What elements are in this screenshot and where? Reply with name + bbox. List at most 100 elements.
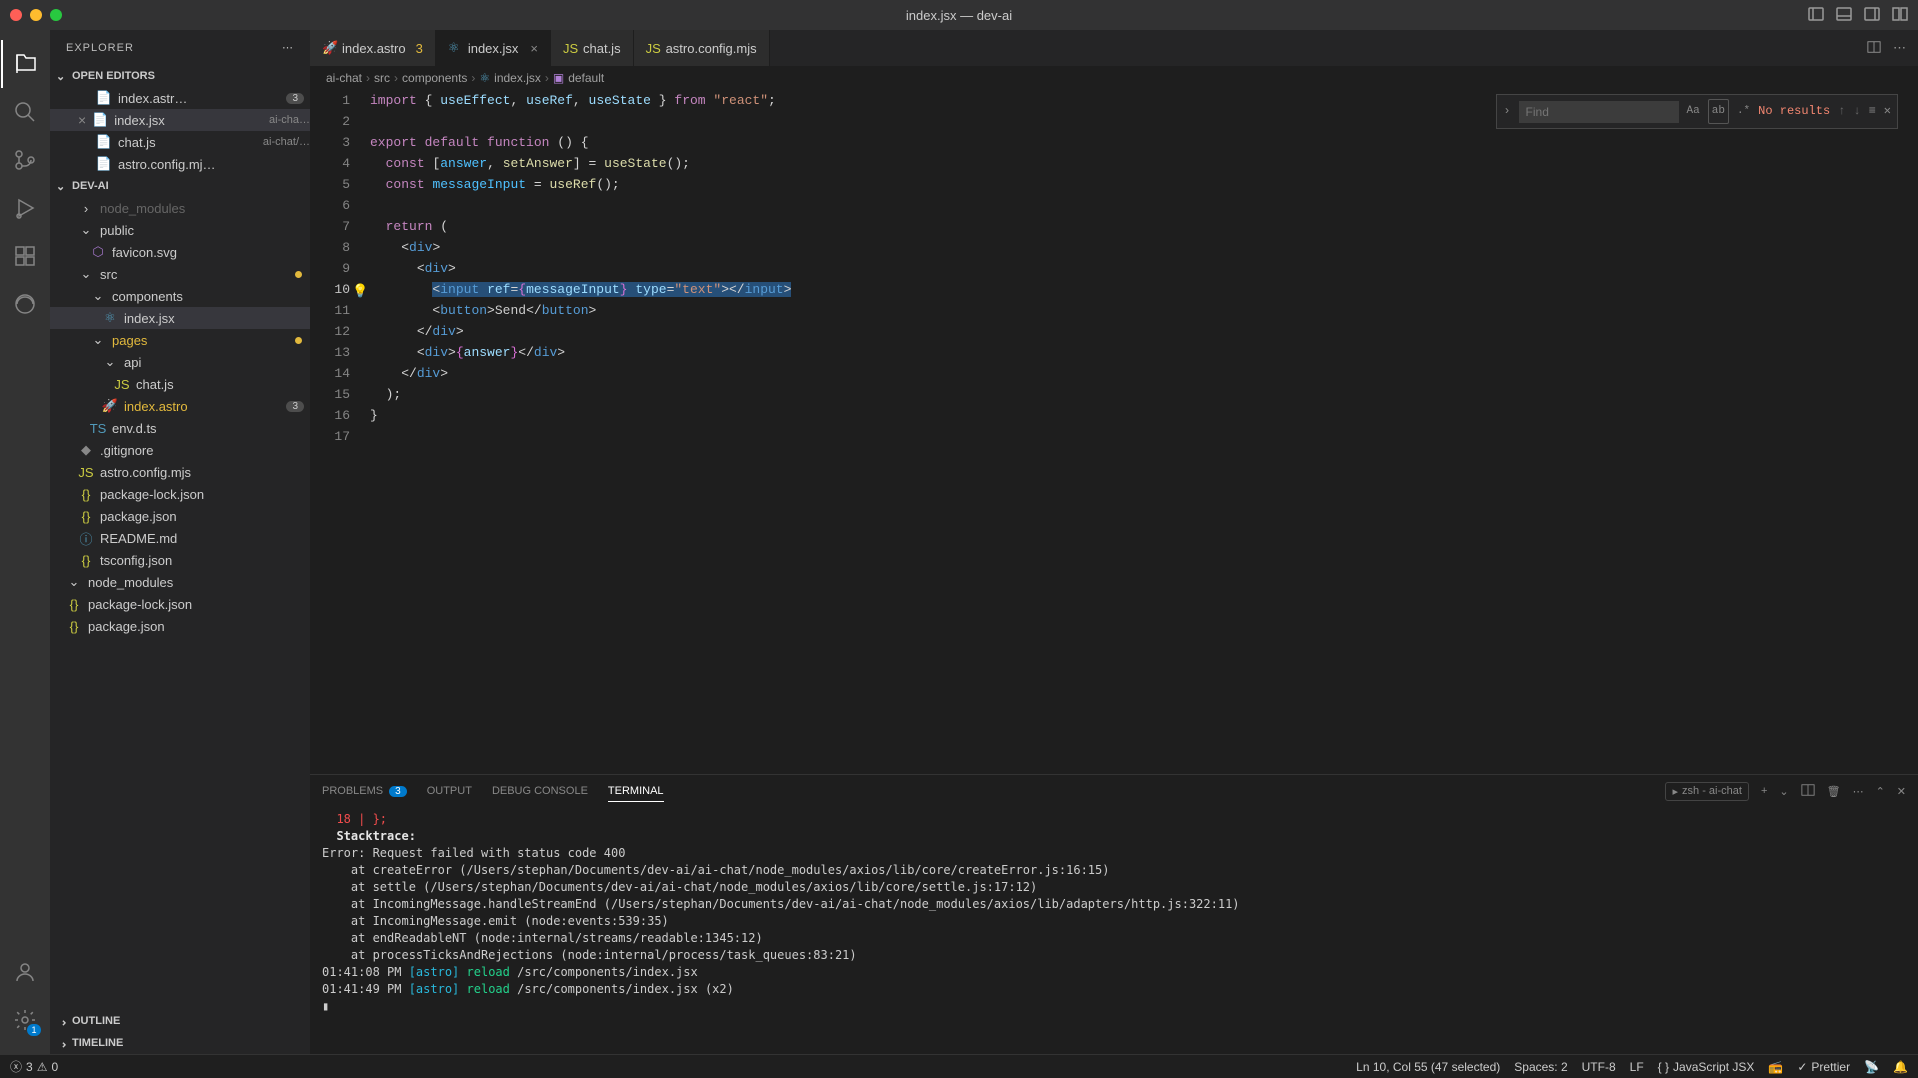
bell-icon[interactable]: 🔔	[1893, 1060, 1908, 1074]
tweet-icon[interactable]: 📻	[1768, 1060, 1783, 1074]
debug-console-tab[interactable]: DEBUG CONSOLE	[492, 785, 588, 797]
outline-section[interactable]: ⌄ OUTLINE	[50, 1010, 310, 1032]
file-item[interactable]: {}package.json	[50, 615, 310, 637]
folder-item[interactable]: ⌄pages	[50, 329, 310, 351]
terminal-output[interactable]: 18 | }; Stacktrace:Error: Request failed…	[310, 807, 1918, 1054]
open-editor-item[interactable]: 📄index.astr…3	[50, 87, 310, 109]
file-item[interactable]: {}package.json	[50, 505, 310, 527]
explorer-more-icon[interactable]: ⋯	[282, 41, 294, 54]
status-errors[interactable]: ⓧ3 ⚠0	[10, 1058, 58, 1075]
search-activity[interactable]	[1, 88, 49, 136]
edge-activity[interactable]	[1, 280, 49, 328]
more-actions-icon[interactable]: ⋯	[1893, 40, 1906, 56]
breadcrumb-item[interactable]: ai-chat	[326, 71, 362, 85]
breadcrumb-item[interactable]: src	[374, 71, 390, 85]
folder-item[interactable]: ⌄public	[50, 219, 310, 241]
chevron-down-icon: ⌄	[56, 180, 68, 193]
panel-left-icon[interactable]	[1808, 6, 1824, 25]
find-input[interactable]	[1519, 101, 1679, 123]
file-item[interactable]: {}package-lock.json	[50, 593, 310, 615]
folder-item[interactable]: ⌄api	[50, 351, 310, 373]
file-item[interactable]: {}package-lock.json	[50, 483, 310, 505]
editor-tab[interactable]: ⚛index.jsx×	[436, 30, 551, 66]
account-activity[interactable]	[1, 948, 49, 996]
file-item[interactable]: {}tsconfig.json	[50, 549, 310, 571]
breadcrumb-item[interactable]: ⚛index.jsx	[479, 71, 540, 85]
eol-status[interactable]: LF	[1630, 1060, 1644, 1074]
terminal-tab[interactable]: TERMINAL	[608, 785, 664, 802]
language-status[interactable]: { }JavaScript JSX	[1658, 1060, 1755, 1074]
prettier-status[interactable]: ✓Prettier	[1797, 1060, 1850, 1074]
find-selection-icon[interactable]: ≡	[1869, 101, 1876, 122]
match-word-icon[interactable]: ab	[1708, 99, 1729, 124]
folder-item[interactable]: ⌄components	[50, 285, 310, 307]
file-item[interactable]: JSastro.config.mjs	[50, 461, 310, 483]
panel-bottom-icon[interactable]	[1836, 6, 1852, 25]
editor-tabs: 🚀index.astro3⚛index.jsx×JSchat.jsJSastro…	[310, 30, 1918, 66]
output-tab[interactable]: OUTPUT	[427, 785, 472, 797]
close-editor-icon[interactable]: ×	[78, 112, 86, 128]
breadcrumb-item[interactable]: ▣default	[553, 71, 604, 85]
code-content[interactable]: import { useEffect, useRef, useState } f…	[370, 90, 1918, 774]
indent-status[interactable]: Spaces: 2	[1514, 1060, 1567, 1074]
new-terminal-icon[interactable]: +	[1761, 785, 1767, 797]
folder-item[interactable]: ⌄src	[50, 263, 310, 285]
feedback-icon[interactable]: 📡	[1864, 1060, 1879, 1074]
file-item[interactable]: JSchat.js	[50, 373, 310, 395]
file-item[interactable]: ›node_modules	[50, 197, 310, 219]
file-item[interactable]: ⚛index.jsx	[50, 307, 310, 329]
timeline-section[interactable]: ⌄ TIMELINE	[50, 1032, 310, 1054]
match-case-icon[interactable]: Aa	[1687, 101, 1700, 122]
modified-dot	[295, 337, 302, 344]
find-widget: › Aa ab .* No results ↑ ↓ ≡ ✕	[1496, 94, 1898, 129]
editor-tab[interactable]: JSchat.js	[551, 30, 634, 66]
next-match-icon[interactable]: ↓	[1853, 101, 1860, 122]
file-item[interactable]: ◆.gitignore	[50, 439, 310, 461]
terminal-picker[interactable]: ▸zsh - ai-chat	[1665, 782, 1748, 801]
problems-tab[interactable]: PROBLEMS 3	[322, 785, 407, 797]
open-editors-section[interactable]: ⌄ OPEN EDITORS	[50, 65, 310, 87]
find-result-text: No results	[1758, 101, 1830, 122]
layout-icon[interactable]	[1892, 6, 1908, 25]
settings-badge: 1	[27, 1024, 41, 1036]
regex-icon[interactable]: .*	[1737, 101, 1750, 122]
breadcrumbs[interactable]: ai-chat› src› components› ⚛index.jsx› ▣d…	[310, 66, 1918, 90]
file-item[interactable]: TSenv.d.ts	[50, 417, 310, 439]
find-expand-icon[interactable]: ›	[1503, 101, 1510, 122]
run-debug-activity[interactable]	[1, 184, 49, 232]
open-editor-item[interactable]: 📄astro.config.mj…	[50, 153, 310, 175]
split-terminal-icon[interactable]	[1801, 783, 1815, 800]
terminal-more-icon[interactable]: ⋯	[1853, 785, 1864, 798]
file-item[interactable]: ⓘREADME.md	[50, 527, 310, 549]
activity-bar: 1	[0, 30, 50, 1054]
cursor-position[interactable]: Ln 10, Col 55 (47 selected)	[1356, 1060, 1500, 1074]
project-section[interactable]: ⌄ DEV-AI	[50, 175, 310, 197]
editor-tab[interactable]: JSastro.config.mjs	[634, 30, 770, 66]
folder-item[interactable]: ⌄node_modules	[50, 571, 310, 593]
settings-activity[interactable]: 1	[1, 996, 49, 1044]
minimize-window-button[interactable]	[30, 9, 42, 21]
close-panel-icon[interactable]: ✕	[1897, 785, 1906, 798]
extensions-activity[interactable]	[1, 232, 49, 280]
code-editor[interactable]: › Aa ab .* No results ↑ ↓ ≡ ✕ 1234567891…	[310, 90, 1918, 774]
file-item[interactable]: ⬡favicon.svg	[50, 241, 310, 263]
close-find-icon[interactable]: ✕	[1884, 101, 1891, 122]
source-control-activity[interactable]	[1, 136, 49, 184]
prev-match-icon[interactable]: ↑	[1838, 101, 1845, 122]
maximize-window-button[interactable]	[50, 9, 62, 21]
close-tab-icon[interactable]: ×	[530, 41, 538, 56]
kill-terminal-icon[interactable]: 🗑	[1827, 785, 1841, 798]
open-editor-item[interactable]: 📄chat.jsai-chat/…	[50, 131, 310, 153]
maximize-panel-icon[interactable]: ⌃	[1876, 785, 1885, 798]
file-item[interactable]: 🚀index.astro3	[50, 395, 310, 417]
encoding-status[interactable]: UTF-8	[1582, 1060, 1616, 1074]
open-editor-item[interactable]: ×📄index.jsxai-cha…	[50, 109, 310, 131]
terminal-dropdown-icon[interactable]: ⌄	[1779, 785, 1788, 798]
panel-right-icon[interactable]	[1864, 6, 1880, 25]
breadcrumb-item[interactable]: components	[402, 71, 467, 85]
editor-tab[interactable]: 🚀index.astro3	[310, 30, 436, 66]
explorer-activity[interactable]	[1, 40, 49, 88]
close-window-button[interactable]	[10, 9, 22, 21]
lightbulb-icon[interactable]: 💡	[352, 281, 368, 302]
split-editor-icon[interactable]	[1867, 40, 1881, 57]
